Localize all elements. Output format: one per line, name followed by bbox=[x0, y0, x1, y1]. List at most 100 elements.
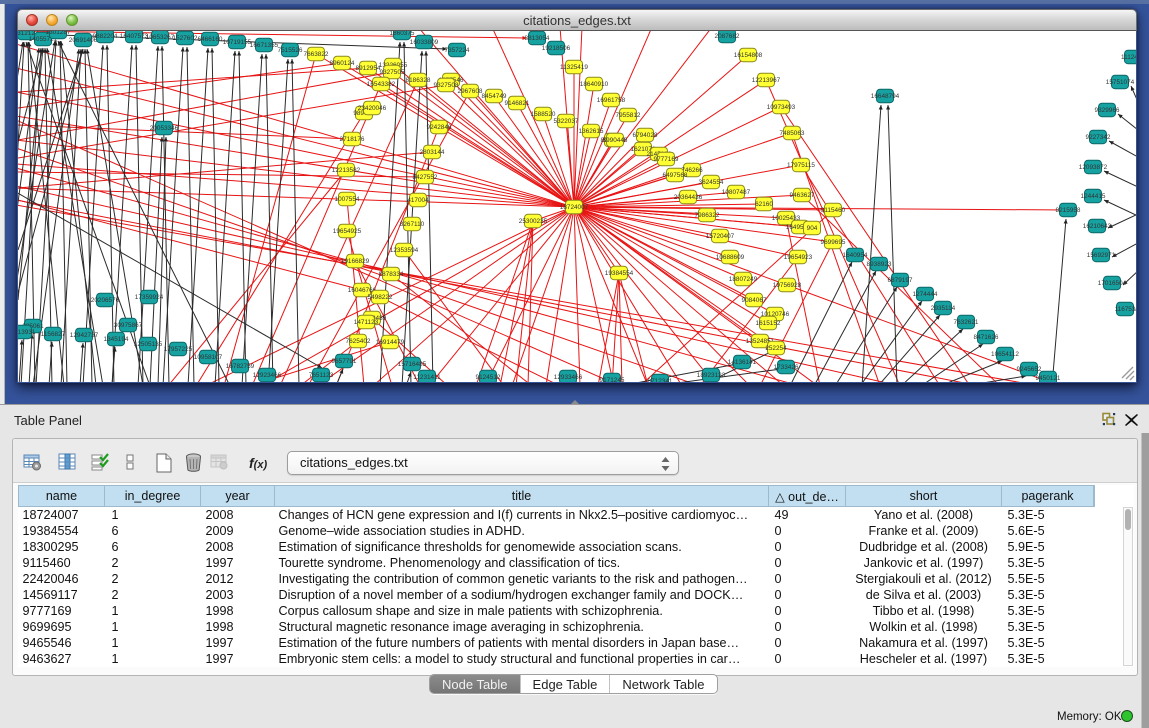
svg-text:9450121: 9450121 bbox=[1036, 375, 1061, 382]
svg-text:9463627: 9463627 bbox=[790, 192, 815, 199]
svg-text:904: 904 bbox=[807, 225, 818, 232]
svg-text:8878334: 8878334 bbox=[379, 271, 404, 278]
svg-text:10654112: 10654112 bbox=[991, 351, 1019, 358]
svg-text:9882204: 9882204 bbox=[93, 33, 118, 40]
svg-text:7515526: 7515526 bbox=[278, 47, 303, 54]
svg-text:1362615: 1362615 bbox=[579, 128, 604, 135]
svg-text:12213582: 12213582 bbox=[332, 167, 361, 174]
svg-text:14136141: 14136141 bbox=[728, 359, 757, 366]
svg-text:1301287: 1301287 bbox=[46, 31, 71, 36]
svg-text:62160: 62160 bbox=[755, 201, 773, 208]
svg-text:20364436: 20364436 bbox=[674, 194, 703, 201]
svg-text:1640954: 1640954 bbox=[843, 252, 868, 259]
svg-text:1733426: 1733426 bbox=[774, 364, 799, 371]
svg-text:8990448: 8990448 bbox=[603, 137, 628, 144]
svg-text:9242848: 9242848 bbox=[427, 124, 452, 131]
svg-text:16543382: 16543382 bbox=[367, 81, 396, 88]
svg-text:1527602: 1527602 bbox=[173, 35, 198, 42]
svg-text:7357224: 7357224 bbox=[445, 47, 470, 54]
svg-text:5322037: 5322037 bbox=[554, 118, 579, 125]
svg-text:17359924: 17359924 bbox=[135, 294, 164, 301]
svg-text:3913931: 3913931 bbox=[18, 329, 36, 336]
svg-text:16210643: 16210643 bbox=[1083, 223, 1112, 230]
svg-text:12213967: 12213967 bbox=[752, 77, 781, 84]
svg-text:1471123: 1471123 bbox=[354, 319, 379, 326]
svg-text:1112412: 1112412 bbox=[1121, 54, 1136, 61]
svg-text:10958107: 10958107 bbox=[194, 354, 223, 361]
svg-text:9171245: 9171245 bbox=[600, 377, 625, 382]
svg-text:16033809: 16033809 bbox=[410, 39, 439, 46]
svg-text:8267110: 8267110 bbox=[400, 221, 425, 228]
svg-text:7632621: 7632621 bbox=[954, 319, 979, 326]
svg-text:15751074: 15751074 bbox=[1106, 79, 1135, 86]
svg-text:10653267: 10653267 bbox=[146, 34, 175, 41]
svg-text:7651123: 7651123 bbox=[309, 372, 334, 379]
svg-text:18640910: 18640910 bbox=[580, 81, 609, 88]
svg-text:9146821: 9146821 bbox=[505, 100, 530, 107]
svg-text:30975867: 30975867 bbox=[114, 322, 143, 329]
svg-text:8813054: 8813054 bbox=[525, 35, 550, 42]
svg-text:1156827: 1156827 bbox=[41, 331, 66, 338]
svg-text:3624554: 3624554 bbox=[699, 179, 724, 186]
svg-text:19384554: 19384554 bbox=[605, 270, 634, 277]
svg-text:1345194: 1345194 bbox=[104, 336, 129, 343]
svg-text:8938923: 8938923 bbox=[867, 261, 892, 268]
svg-text:10807487: 10807487 bbox=[722, 189, 751, 196]
svg-text:20053346: 20053346 bbox=[150, 125, 179, 132]
svg-text:25300235: 25300235 bbox=[519, 218, 548, 225]
svg-text:10688609: 10688609 bbox=[716, 254, 745, 261]
svg-text:19166829: 19166829 bbox=[341, 258, 370, 265]
svg-text:1615152: 1615152 bbox=[756, 320, 781, 327]
svg-text:8712341: 8712341 bbox=[648, 378, 673, 382]
svg-text:15720407: 15720407 bbox=[706, 233, 735, 240]
svg-text:15716485: 15716485 bbox=[398, 361, 427, 368]
svg-text:18724007: 18724007 bbox=[560, 204, 589, 211]
svg-text:7625402: 7625402 bbox=[346, 338, 371, 345]
svg-text:9115460: 9115460 bbox=[821, 207, 846, 214]
svg-text:8912954: 8912954 bbox=[356, 65, 381, 72]
svg-text:8215958: 8215958 bbox=[1056, 207, 1081, 214]
svg-text:17957225: 17957225 bbox=[164, 346, 193, 353]
svg-text:9777169: 9777169 bbox=[654, 156, 679, 163]
svg-text:10973493: 10973493 bbox=[767, 104, 796, 111]
svg-text:7485063: 7485063 bbox=[780, 130, 805, 137]
svg-text:11325419: 11325419 bbox=[560, 64, 588, 71]
svg-text:2718176: 2718176 bbox=[340, 136, 365, 143]
svg-text:7663822: 7663822 bbox=[304, 51, 329, 58]
svg-text:18807249: 18807249 bbox=[729, 276, 758, 283]
svg-text:16914479: 16914479 bbox=[376, 339, 405, 346]
svg-text:6497568: 6497568 bbox=[663, 172, 688, 179]
svg-text:16671355: 16671355 bbox=[250, 42, 279, 49]
svg-text:18923123: 18923123 bbox=[697, 372, 726, 379]
svg-text:1007554: 1007554 bbox=[335, 196, 360, 203]
svg-text:17016504: 17016504 bbox=[1098, 280, 1127, 287]
svg-text:19218506: 19218506 bbox=[542, 45, 571, 52]
svg-text:9329966: 9329966 bbox=[1095, 107, 1120, 114]
svg-text:12923466: 12923466 bbox=[253, 372, 282, 379]
svg-text:12093872: 12093872 bbox=[1079, 164, 1108, 171]
svg-text:19654925: 19654925 bbox=[333, 228, 362, 235]
svg-text:1588520: 1588520 bbox=[531, 111, 556, 118]
svg-text:16782759: 16782759 bbox=[226, 363, 255, 370]
svg-text:12933466: 12933466 bbox=[554, 374, 583, 381]
svg-text:20206576: 20206576 bbox=[91, 297, 120, 304]
svg-text:252254: 252254 bbox=[765, 345, 787, 352]
svg-text:5498222: 5498222 bbox=[368, 294, 393, 301]
svg-text:10719155: 10719155 bbox=[223, 39, 252, 46]
svg-text:8960124: 8960124 bbox=[330, 60, 355, 67]
svg-text:9124512: 9124512 bbox=[476, 374, 501, 381]
svg-text:1860375: 1860375 bbox=[390, 31, 415, 37]
svg-text:11231411: 11231411 bbox=[413, 374, 441, 381]
svg-text:9084067: 9084067 bbox=[742, 297, 767, 304]
svg-text:2803144: 2803144 bbox=[420, 149, 445, 156]
svg-text:7986322: 7986322 bbox=[695, 212, 720, 219]
svg-text:7955812: 7955812 bbox=[616, 112, 641, 119]
svg-text:2967608: 2967608 bbox=[458, 88, 483, 95]
svg-text:8471626: 8471626 bbox=[974, 334, 999, 341]
svg-text:8454749: 8454749 bbox=[482, 93, 507, 100]
svg-text:9327505: 9327505 bbox=[380, 69, 405, 76]
svg-text:16961758: 16961758 bbox=[597, 97, 626, 104]
svg-text:9327508: 9327508 bbox=[434, 82, 459, 89]
svg-text:1274444: 1274444 bbox=[913, 291, 938, 298]
svg-text:15692971: 15692971 bbox=[1087, 252, 1116, 259]
